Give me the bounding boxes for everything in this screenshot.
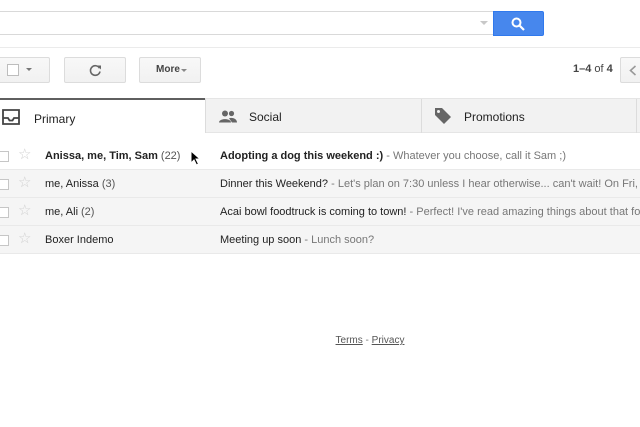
row-checkbox[interactable]	[0, 151, 9, 162]
email-content: Acai bowl foodtruck is coming to town! -…	[220, 206, 640, 218]
email-subject: Acai bowl foodtruck is coming to town!	[220, 206, 407, 218]
email-row[interactable]: ☆ Anissa, me, Tim, Sam (22) Adopting a do…	[0, 142, 640, 170]
pager-range: 1–4	[573, 63, 592, 75]
tab-label: Primary	[34, 112, 76, 126]
email-row[interactable]: ☆ me, Anissa (3) Dinner this Weekend? - L…	[0, 170, 640, 198]
tab-promotions[interactable]: Promotions	[421, 99, 637, 133]
tab-primary[interactable]: Primary	[0, 98, 205, 134]
search-icon	[511, 17, 525, 31]
footer: Terms - Privacy	[0, 335, 640, 346]
row-checkbox[interactable]	[0, 207, 9, 218]
email-content: Adopting a dog this weekend :) - Whateve…	[220, 150, 566, 162]
newer-button[interactable]	[620, 57, 640, 83]
chevron-left-icon	[629, 65, 637, 76]
email-content: Meeting up soon - Lunch soon?	[220, 234, 375, 246]
email-subject: Dinner this Weekend?	[220, 178, 329, 190]
thread-count: (3)	[101, 178, 116, 190]
thread-count: (2)	[81, 206, 95, 218]
inbox-icon	[2, 109, 20, 125]
sender-names: me, Ali	[45, 206, 79, 218]
email-list: ☆ Anissa, me, Tim, Sam (22) Adopting a do…	[0, 142, 640, 254]
email-sender: Boxer Indemo	[45, 234, 113, 246]
star-icon[interactable]: ☆	[18, 147, 31, 162]
search-input[interactable]	[0, 11, 493, 35]
row-checkbox[interactable]	[0, 179, 9, 190]
email-content: Dinner this Weekend? - Let's plan on 7:3…	[220, 178, 640, 190]
email-sender: me, Anissa (3)	[45, 178, 115, 190]
chevron-down-icon	[26, 68, 32, 71]
search-button[interactable]	[493, 11, 544, 36]
pager-text: 1–4 of 4	[573, 63, 613, 75]
checkbox-icon	[7, 64, 19, 76]
email-snippet: Let's plan on 7:30 unless I hear otherwi…	[337, 178, 640, 190]
sender-names: me, Anissa	[45, 178, 99, 190]
more-label: More	[156, 64, 180, 75]
footer-separator: -	[365, 335, 369, 346]
star-icon[interactable]: ☆	[18, 203, 31, 218]
sender-names: Boxer Indemo	[45, 234, 114, 246]
email-sender: Anissa, me, Tim, Sam (22)	[45, 150, 180, 162]
email-subject: Meeting up soon	[220, 234, 302, 246]
chevron-down-icon	[181, 69, 187, 72]
email-row[interactable]: ☆ Boxer Indemo Meeting up soon - Lunch s…	[0, 226, 640, 254]
divider	[0, 47, 640, 48]
refresh-icon	[89, 64, 101, 77]
email-sender: me, Ali (2)	[45, 206, 94, 218]
privacy-link[interactable]: Privacy	[372, 335, 405, 346]
sender-names: Anissa, me, Tim, Sam	[45, 150, 158, 162]
search-options-icon[interactable]	[480, 21, 488, 25]
pager-of: of	[594, 63, 604, 75]
tab-social[interactable]: Social	[205, 99, 421, 133]
thread-count: (22)	[160, 150, 181, 162]
select-all-button[interactable]	[0, 57, 50, 83]
refresh-button[interactable]	[64, 57, 126, 83]
tag-icon	[435, 108, 451, 124]
star-icon[interactable]: ☆	[18, 175, 31, 190]
more-button[interactable]: More	[139, 57, 201, 83]
star-icon[interactable]: ☆	[18, 231, 31, 246]
row-checkbox[interactable]	[0, 235, 9, 246]
category-tabs: Primary Social Promotions	[0, 98, 640, 134]
tab-label: Social	[249, 110, 282, 124]
pager-total: 4	[606, 63, 613, 75]
email-row[interactable]: ☆ me, Ali (2) Acai bowl foodtruck is comi…	[0, 198, 640, 226]
mouse-cursor-icon	[190, 150, 201, 166]
terms-link[interactable]: Terms	[336, 335, 363, 346]
email-snippet: Lunch soon?	[311, 234, 375, 246]
email-subject: Adopting a dog this weekend :)	[220, 150, 384, 162]
email-snippet: Perfect! I've read amazing things about …	[416, 206, 640, 218]
people-icon	[219, 110, 237, 123]
tab-label: Promotions	[464, 110, 525, 124]
email-snippet: Whatever you choose, call it Sam ;)	[392, 150, 566, 162]
